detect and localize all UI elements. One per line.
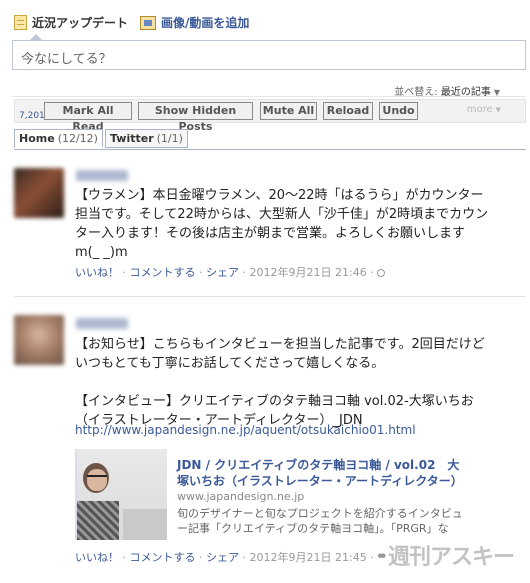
add-photo-video-tab[interactable]: 画像/動画を追加 [140, 14, 249, 31]
timestamp[interactable]: 2012年9月21日 21:45 [250, 551, 367, 564]
timestamp[interactable]: 2012年9月21日 21:46 [250, 266, 367, 279]
reload-button[interactable]: Reload [323, 102, 373, 120]
post-meta: いいね！ · コメントする · シェア · 2012年9月21日 21:46 · [75, 264, 385, 280]
post-meta: いいね！ · コメントする · シェア · 2012年9月21日 21:45 · [75, 549, 386, 565]
post-link-url[interactable]: http://www.japandesign.ne.jp/aquent/otsu… [75, 423, 416, 437]
tabs-divider [14, 149, 526, 150]
post-divider [14, 296, 526, 297]
status-update-tab[interactable]: 近況アップデート [14, 14, 128, 31]
post-text: 【ウラメン】本日金曜ウラメン、20～22時「はるうら」がカウンター 担当です。そ… [75, 188, 489, 260]
author-name-redacted[interactable] [76, 318, 128, 329]
comment-link[interactable]: コメントする [130, 266, 196, 279]
show-hidden-posts-button[interactable]: Show Hidden Posts [138, 102, 253, 133]
status-input[interactable]: 今なにしてる？ [12, 40, 526, 70]
status-icon [14, 15, 27, 30]
composer-tabs: 近況アップデート 画像/動画を追加 [14, 14, 261, 31]
tab-home[interactable]: Home (12/12) [14, 129, 103, 148]
more-label: more [466, 104, 493, 115]
counter: 7,201 [19, 111, 45, 121]
tab-twitter[interactable]: Twitter (1/1) [104, 129, 188, 148]
chevron-down-icon: ▼ [495, 106, 501, 114]
attachment-thumbnail[interactable] [77, 449, 167, 540]
photo-icon [140, 15, 157, 30]
author-name-redacted[interactable] [76, 170, 128, 181]
tab-twitter-label: Twitter [109, 132, 154, 145]
post-text: 【お知らせ】こちらもインタビューを担当した記事です。2回目だけど いつもとても丁… [75, 337, 485, 428]
fb-purity-toolbar: 7,201 Mark All Read Show Hidden Posts Mu… [14, 99, 526, 133]
attachment-description: 旬のデザイナーと旬なプロジェクトを紹介するインタビュー記事「クリエイティブのタテ… [177, 507, 463, 535]
more-menu[interactable]: more ▼ [467, 104, 501, 115]
undo-button[interactable]: Undo [379, 102, 418, 120]
friends-icon [376, 553, 386, 562]
globe-icon [376, 269, 385, 277]
link-attachment[interactable]: JDN / クリエイティブのタテ軸ヨコ軸 / vol.02 大塚いちお（イラスト… [75, 449, 474, 540]
tab-home-count: (12/12) [57, 132, 98, 145]
tab-home-label: Home [19, 132, 55, 145]
like-link[interactable]: いいね！ [75, 266, 119, 279]
attachment-title[interactable]: JDN / クリエイティブのタテ軸ヨコ軸 / vol.02 大塚いちお（イラスト… [177, 457, 467, 489]
avatar[interactable] [14, 168, 64, 218]
tab-twitter-count: (1/1) [156, 132, 183, 145]
watermark: 週刊アスキー [387, 545, 515, 570]
comment-link[interactable]: コメントする [130, 551, 196, 564]
mark-all-read-button[interactable]: Mark All Read [44, 102, 132, 133]
mute-all-button[interactable]: Mute All [260, 102, 317, 120]
share-link[interactable]: シェア [206, 551, 239, 564]
share-link[interactable]: シェア [206, 266, 239, 279]
avatar[interactable] [14, 315, 64, 365]
status-update-label: 近況アップデート [32, 16, 129, 30]
add-photo-video-label: 画像/動画を追加 [161, 16, 250, 30]
like-link[interactable]: いいね！ [75, 551, 119, 564]
filter-tabs: Home (12/12) Twitter (1/1) [14, 129, 190, 148]
divider [12, 96, 526, 97]
attachment-domain: www.japandesign.ne.jp [177, 490, 305, 503]
